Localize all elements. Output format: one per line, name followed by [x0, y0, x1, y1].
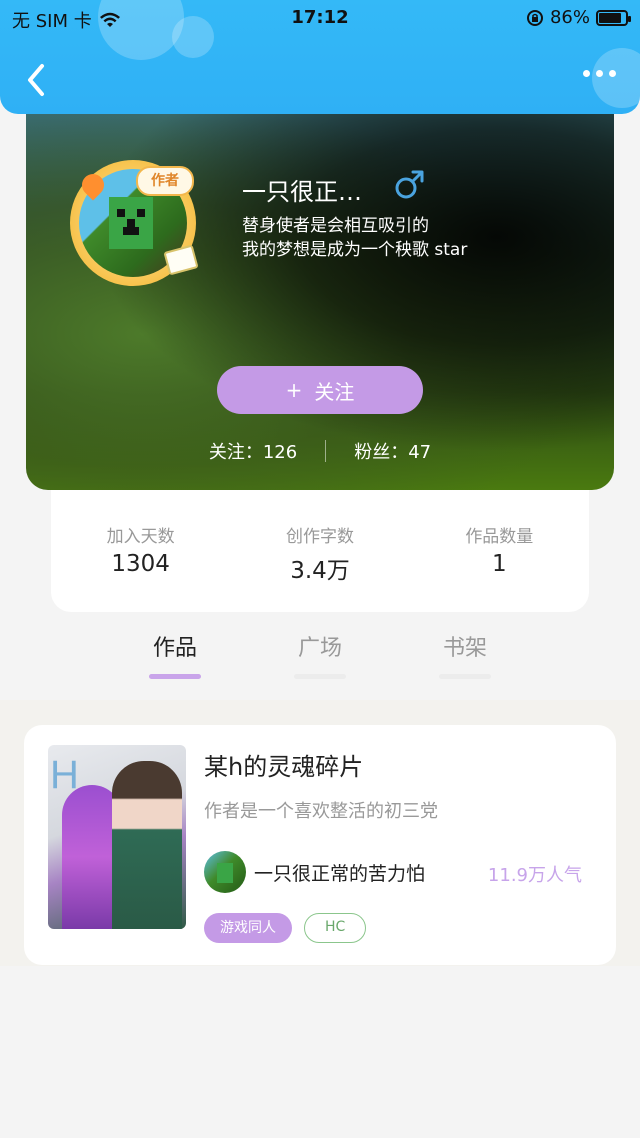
follow-stats: 关注：126 粉丝：47	[26, 438, 614, 464]
info-word-count: 创作字数 3.4万	[230, 522, 409, 585]
following-stat[interactable]: 关注：126	[209, 438, 297, 464]
top-header: 无 SIM 卡 17:12 86%	[0, 0, 640, 114]
more-button[interactable]	[583, 70, 616, 77]
following-label: 关注：	[208, 442, 263, 463]
fans-label: 粉丝：	[354, 442, 409, 463]
info-works-count: 作品数量 1	[410, 522, 589, 585]
bio-line: 替身使者是会相互吸引的	[242, 216, 429, 236]
tab-bookshelf[interactable]: 书架	[425, 630, 505, 679]
following-count: 126	[262, 442, 298, 463]
fans-count: 47	[408, 442, 432, 463]
cover-figure	[112, 761, 182, 929]
work-tags: 游戏同人 HC	[204, 913, 367, 943]
tab-indicator	[439, 674, 491, 679]
status-bar: 无 SIM 卡 17:12 86%	[0, 0, 640, 36]
tab-label: 书架	[442, 636, 487, 661]
tab-indicator	[294, 674, 346, 679]
divider	[325, 440, 327, 462]
follow-button[interactable]: + 关注	[217, 366, 423, 414]
creeper-figure	[109, 197, 153, 249]
info-value: 3.4万	[290, 558, 350, 584]
back-button[interactable]	[22, 62, 52, 98]
follow-label: 关注	[314, 379, 355, 404]
tab-works[interactable]: 作品	[135, 630, 215, 679]
decor-bubble	[592, 48, 640, 108]
info-label: 加入天数	[106, 527, 175, 547]
bio-line: 我的梦想是成为一个秧歌 star	[242, 240, 468, 260]
male-gender-icon	[395, 170, 424, 199]
fans-stat[interactable]: 粉丝：47	[354, 438, 431, 464]
dot	[583, 70, 590, 77]
info-value: 1304	[111, 551, 170, 577]
info-card: 加入天数 1304 创作字数 3.4万 作品数量 1	[51, 470, 589, 612]
tab-label: 作品	[152, 636, 197, 661]
author-name: 一只很正常的苦力怕	[254, 862, 426, 885]
battery-icon	[596, 9, 631, 26]
profile-card: 作者 一只很正… 替身使者是会相互吸引的 我的梦想是成为一个秧歌 star + …	[26, 100, 614, 490]
plus-icon: +	[285, 378, 303, 402]
work-cover[interactable]: H	[48, 745, 186, 929]
work-card[interactable]: H 某h的灵魂碎片 作者是一个喜欢整活的初三党 一只很正常的苦力怕 11.9万人…	[24, 725, 616, 965]
author-badge: 作者	[136, 166, 194, 196]
work-author[interactable]: 一只很正常的苦力怕	[204, 851, 425, 893]
content-tabs: 作品 广场 书架	[0, 630, 640, 690]
battery-percent: 86%	[549, 7, 590, 28]
info-join-days: 加入天数 1304	[51, 522, 230, 585]
dot	[596, 70, 603, 77]
tag-hc[interactable]: HC	[304, 913, 367, 943]
author-avatar	[204, 851, 246, 893]
popularity: 11.9万人气	[487, 865, 582, 886]
tab-square[interactable]: 广场	[280, 630, 360, 679]
work-description: 作者是一个喜欢整活的初三党	[204, 801, 438, 822]
dot	[609, 70, 616, 77]
info-value: 1	[492, 551, 507, 577]
tab-indicator	[149, 674, 201, 679]
bio: 替身使者是会相互吸引的 我的梦想是成为一个秧歌 star	[242, 214, 467, 262]
battery-fill	[599, 12, 622, 23]
info-label: 创作字数	[285, 527, 354, 547]
tab-label: 广场	[297, 636, 342, 661]
orientation-lock-icon	[526, 9, 543, 26]
tag-game-fanfic[interactable]: 游戏同人	[204, 913, 292, 943]
username: 一只很正…	[242, 178, 362, 206]
work-title: 某h的灵魂碎片	[204, 753, 364, 781]
info-label: 作品数量	[465, 527, 534, 547]
